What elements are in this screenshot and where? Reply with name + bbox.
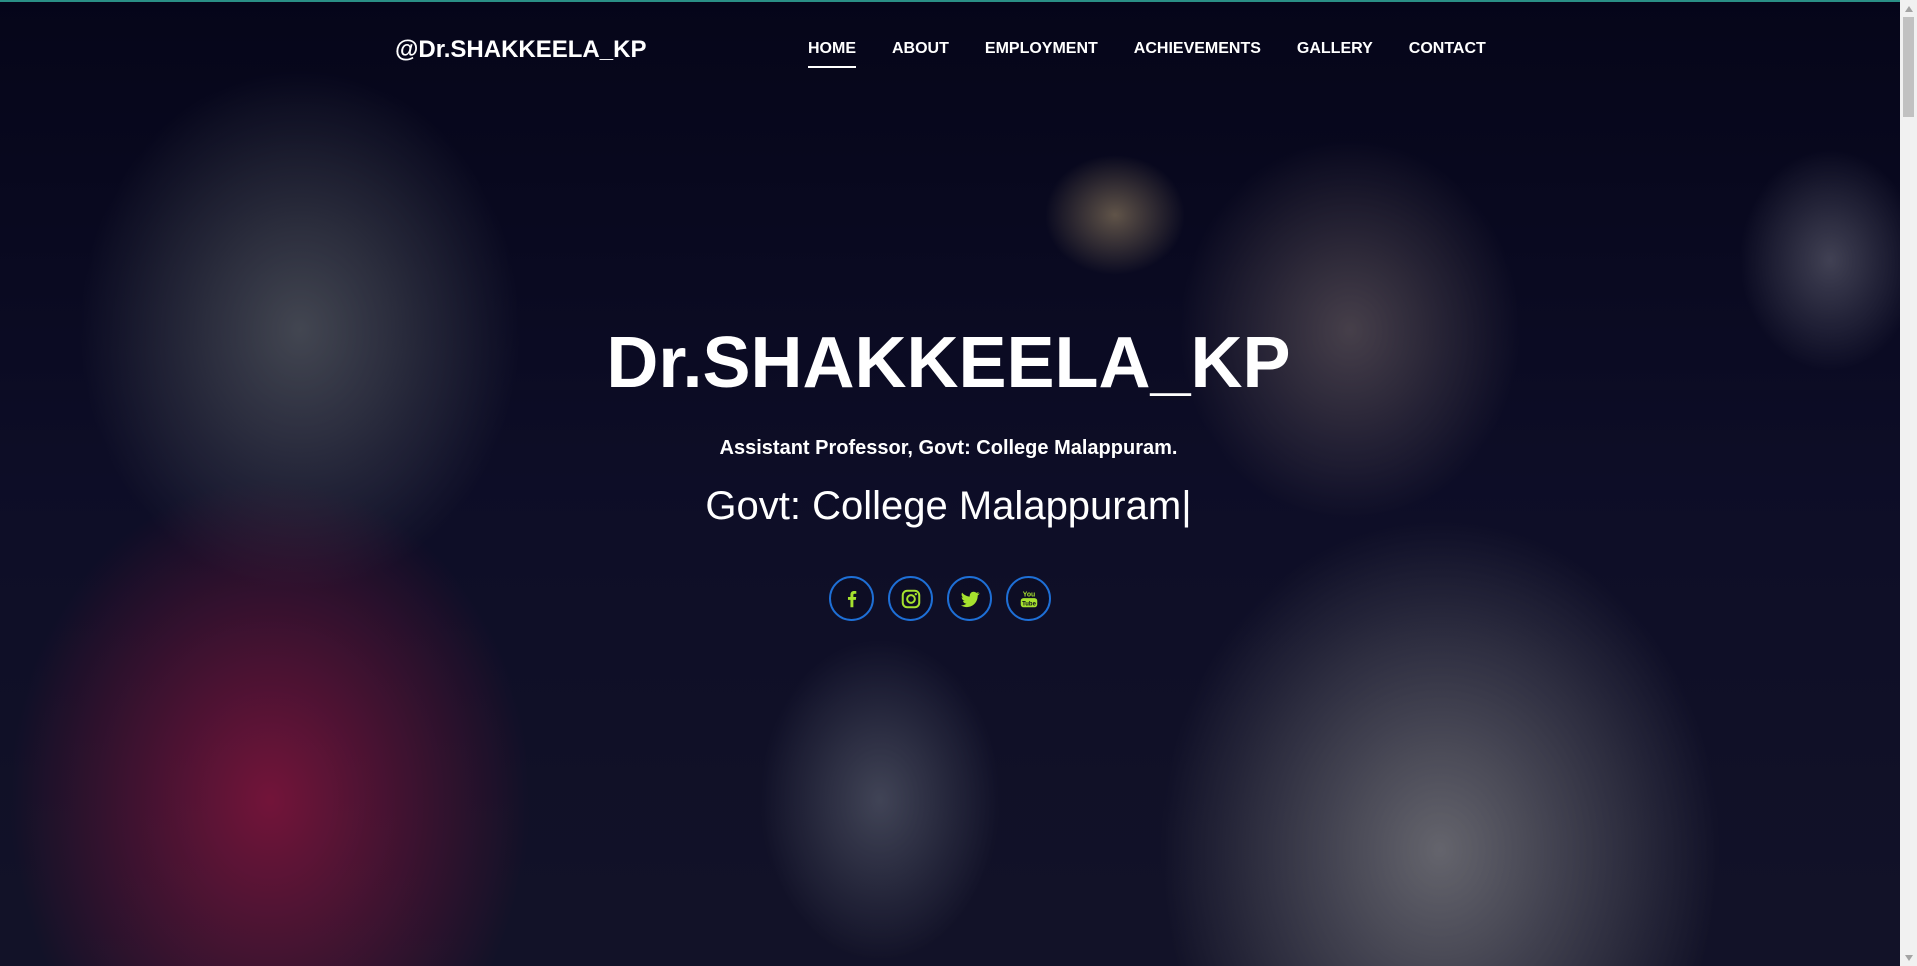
nav-item-gallery[interactable]: GALLERY [1297,40,1373,68]
main-nav: HOME ABOUT EMPLOYMENT ACHIEVEMENTS GALLE… [808,40,1486,68]
page: @Dr.SHAKKEELA_KP HOME ABOUT EMPLOYMENT A… [0,0,1917,966]
hero-title: Dr.SHAKKEELA_KP [606,323,1291,403]
nav-item-employment[interactable]: EMPLOYMENT [985,40,1098,68]
hero-typed-text: Govt: College Malappuram| [0,484,1897,529]
nav-item-achievements[interactable]: ACHIEVEMENTS [1134,40,1261,68]
svg-text:Tube: Tube [1022,601,1036,607]
social-links: You Tube [829,576,1051,621]
scrollbar-thumb[interactable] [1903,17,1914,117]
nav-item-about[interactable]: ABOUT [892,40,949,68]
twitter-icon [960,591,980,607]
youtube-icon: You Tube [1020,591,1037,607]
twitter-link[interactable] [947,576,992,621]
instagram-link[interactable] [888,576,933,621]
facebook-link[interactable] [829,576,874,621]
top-accent-line [0,0,1917,2]
brand-logo-link[interactable]: @Dr.SHAKKEELA_KP [395,36,646,64]
nav-item-contact[interactable]: CONTACT [1409,40,1486,68]
page-scrollbar[interactable] [1900,0,1917,966]
svg-text:You: You [1022,591,1034,598]
hero-overlay [0,0,1917,966]
typed-text: Govt: College Malappuram [705,484,1182,528]
typed-cursor: | [1181,484,1192,528]
instagram-icon [901,589,920,608]
scroll-down-arrow-icon[interactable] [1900,949,1917,966]
scroll-up-arrow-icon[interactable] [1900,0,1917,17]
youtube-link[interactable]: You Tube [1006,576,1051,621]
hero-subtitle: Assistant Professor, Govt: College Malap… [719,437,1178,459]
facebook-icon [847,590,856,607]
nav-item-home[interactable]: HOME [808,40,856,68]
